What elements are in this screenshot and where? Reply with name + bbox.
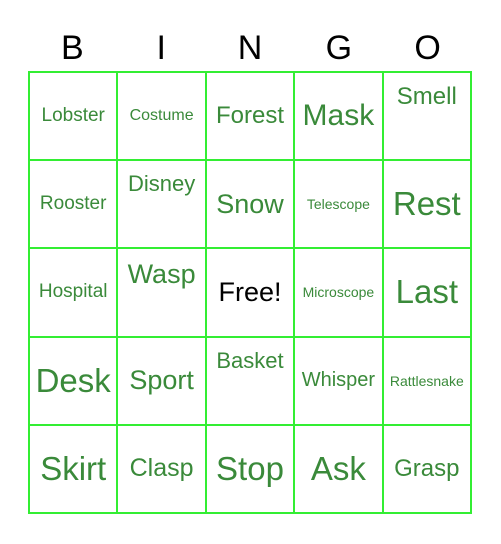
bingo-cell[interactable]: Lobster (29, 72, 118, 161)
cell-label: Telescope (306, 196, 370, 213)
header-letter-g: G (325, 29, 353, 67)
bingo-cell[interactable]: Basket (205, 336, 295, 425)
cell-label: Costume (129, 107, 194, 125)
cell-label: Microscope (302, 284, 375, 301)
bingo-cell[interactable]: Ask (294, 424, 383, 513)
bingo-cell[interactable]: Costume (117, 72, 206, 161)
cell-label: Clasp (129, 454, 194, 483)
cell-label: Desk (35, 361, 111, 399)
header-letter-o: O (414, 29, 441, 67)
cell-label: Ask (310, 449, 366, 487)
bingo-cell[interactable]: Skirt (29, 424, 118, 513)
bingo-header: B I N G O (28, 28, 472, 68)
bingo-cell[interactable]: Grasp (382, 424, 471, 513)
bingo-cell[interactable]: Rattlesnake (382, 336, 471, 425)
cell-label: Skirt (40, 449, 107, 487)
bingo-board: Lobster Costume Forest Mask Smell Rooster Disn… (28, 71, 472, 514)
bingo-cell[interactable]: Disney (117, 160, 206, 249)
cell-label: Stop (216, 449, 284, 487)
cell-label: Free! (218, 276, 282, 307)
bingo-cell[interactable]: Desk (29, 336, 118, 425)
bingo-cell[interactable]: Last (382, 248, 471, 337)
cell-label: Lobster (41, 105, 105, 127)
bingo-cell[interactable]: Snow (205, 160, 295, 249)
cell-label: Rattlesnake (389, 372, 464, 389)
cell-label: Forest (215, 102, 284, 130)
cell-label: Disney (127, 171, 196, 197)
bingo-cell[interactable]: Forest (205, 72, 295, 161)
bingo-cell[interactable]: Sport (117, 336, 206, 425)
free-space-cell[interactable]: Free! (205, 248, 295, 337)
cell-label: Rooster (39, 193, 107, 215)
bingo-cell[interactable]: Hospital (29, 248, 118, 337)
bingo-cell[interactable]: Telescope (294, 160, 383, 249)
cell-label: Last (395, 273, 458, 311)
cell-label: Smell (396, 83, 457, 110)
cell-label: Snow (216, 188, 284, 219)
bingo-cell[interactable]: Stop (205, 424, 295, 513)
bingo-cell[interactable]: Rest (382, 160, 471, 249)
bingo-cell[interactable]: Smell (382, 72, 471, 161)
bingo-cell[interactable]: Whisper (294, 336, 383, 425)
cell-label: Basket (216, 347, 284, 373)
header-letter-b: B (61, 29, 84, 67)
cell-label: Sport (129, 365, 194, 396)
cell-label: Whisper (301, 369, 376, 392)
bingo-cell[interactable]: Rooster (29, 160, 118, 249)
cell-label: Hospital (38, 281, 108, 303)
header-letter-n: N (237, 29, 263, 67)
cell-label: Grasp (394, 454, 460, 482)
bingo-cell[interactable]: Clasp (117, 424, 206, 513)
bingo-cell[interactable]: Wasp (117, 248, 206, 337)
bingo-cell[interactable]: Mask (294, 72, 383, 161)
header-letter-i: I (156, 29, 166, 67)
cell-label: Wasp (127, 259, 196, 290)
cell-label: Rest (392, 185, 461, 223)
cell-label: Mask (302, 99, 375, 133)
bingo-cell[interactable]: Microscope (294, 248, 383, 337)
